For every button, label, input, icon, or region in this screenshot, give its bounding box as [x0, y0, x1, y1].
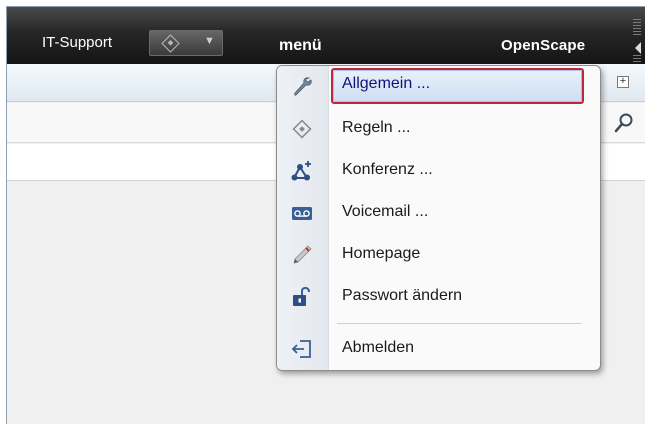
unlocked-padlock-icon: [293, 286, 310, 306]
menu-item-label: Allgemein ...: [342, 75, 431, 92]
brand-logo: OpenScape: [501, 37, 586, 54]
menu-item-abmelden[interactable]: Abmelden: [277, 328, 600, 370]
collapse-arrow-icon[interactable]: [635, 42, 641, 54]
top-bar: IT-Support ▼ menü OpenScape: [7, 7, 645, 73]
user-label: IT-Support: [42, 34, 113, 51]
pencil-icon: [293, 245, 312, 264]
menu-button[interactable]: menü: [279, 37, 322, 55]
main-menu-dropdown: Allgemein ... Regeln ... Konferenz ... V…: [276, 65, 601, 371]
grip-handle[interactable]: [633, 19, 641, 35]
expand-plus-icon[interactable]: +: [617, 76, 629, 88]
menu-item-label: Voicemail ...: [342, 203, 429, 220]
menu-item-label: Homepage: [342, 245, 421, 262]
menu-item-regeln[interactable]: Regeln ...: [277, 108, 600, 150]
diamond-icon: [292, 119, 312, 139]
search-icon[interactable]: [613, 112, 635, 134]
conference-add-icon: [291, 161, 311, 181]
menu-item-label: Passwort ändern: [342, 287, 463, 304]
menu-item-passwort[interactable]: Passwort ändern: [277, 276, 600, 318]
menu-item-homepage[interactable]: Homepage: [277, 234, 600, 276]
menu-item-voicemail[interactable]: Voicemail ...: [277, 192, 600, 234]
wrench-icon: [294, 77, 312, 96]
presence-status-dropdown[interactable]: ▼: [149, 30, 223, 56]
menu-item-konferenz[interactable]: Konferenz ...: [277, 150, 600, 192]
logout-arrow-icon: [291, 340, 311, 358]
chevron-down-icon: ▼: [204, 35, 215, 47]
menu-item-allgemein[interactable]: Allgemein ...: [277, 66, 600, 108]
menu-item-label: Regeln ...: [342, 119, 411, 136]
menu-item-label: Abmelden: [342, 339, 415, 356]
voicemail-icon: [292, 207, 312, 220]
menu-separator: [337, 323, 582, 324]
menu-item-label: Konferenz ...: [342, 161, 433, 178]
presence-diamond-icon: [161, 34, 180, 53]
